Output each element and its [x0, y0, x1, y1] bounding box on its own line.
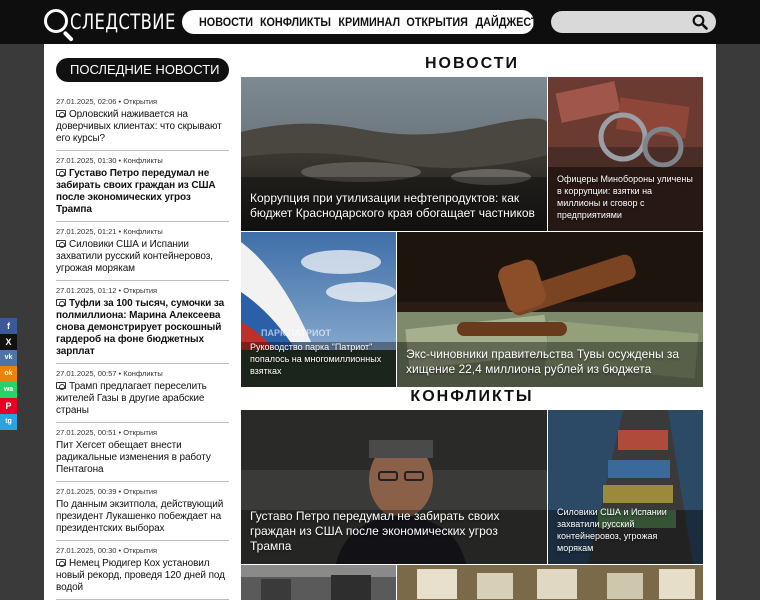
news-tile-park-patriot[interactable]: ПАРК ПАТРИОТ Руководство парка "Патриот"… — [241, 232, 396, 387]
news-item-meta: 27.01.2025, 00:51 • Открытия — [56, 428, 158, 437]
news-item-headline-row[interactable]: Немец Рюдигер Кох установил новый рекорд… — [56, 558, 229, 594]
news-list-item[interactable]: 27.01.2025, 00:39 • Открытия По данным эк… — [56, 482, 229, 541]
nav-item-discoveries[interactable]: ОТКРЫТИЯ — [407, 15, 468, 29]
news-tile-caption: Силовики США и Испании захватили русский… — [557, 507, 667, 553]
news-tile-caption: Густаво Петро передумал не забирать свои… — [250, 509, 500, 553]
camera-icon — [56, 110, 66, 118]
news-item-title: Туфли за 100 тысяч, сумочки за полмиллио… — [56, 298, 225, 357]
news-item-title: Немец Рюдигер Кох установил новый рекорд… — [56, 558, 225, 593]
news-list-item[interactable]: 27.01.2025, 01:30 • Конфликты Густаво Пет… — [56, 151, 229, 222]
x-share-icon[interactable]: X — [0, 334, 17, 350]
news-tile-caption: Офицеры Минобороны уличены в коррупции: … — [557, 174, 693, 220]
latest-news-title: ПОСЛЕДНИЕ НОВОСТИ — [56, 58, 229, 82]
news-tile-tuva-officials[interactable]: Экс-чиновники правительства Тувы осужден… — [397, 232, 703, 387]
news-tile-partial[interactable] — [241, 565, 396, 600]
pinterest-share-icon[interactable]: P — [0, 398, 17, 414]
news-item-meta: 27.01.2025, 00:39 • Открытия — [56, 487, 158, 496]
news-item-meta: 27.01.2025, 00:30 • Открытия — [56, 546, 158, 555]
news-list-item[interactable]: 27.01.2025, 01:21 • Конфликты Силовики СШ… — [56, 222, 229, 281]
whatsapp-share-icon[interactable]: wa — [0, 382, 17, 398]
site-name: СЛЕДСТВИЕ — [70, 10, 176, 34]
nav-item-news[interactable]: НОВОСТИ — [199, 15, 253, 29]
camera-icon — [56, 169, 66, 177]
news-item-meta: 27.01.2025, 01:21 • Конфликты — [56, 227, 163, 236]
camera-icon — [56, 382, 66, 390]
magnifier-logo-icon — [44, 9, 68, 33]
news-list-item[interactable]: 27.01.2025, 00:51 • Открытия Пит Хегсет о… — [56, 423, 229, 482]
top-bar: СЛЕДСТВИЕ НОВОСТИ КОНФЛИКТЫ КРИМИНАЛ ОТК… — [0, 0, 760, 44]
camera-icon — [56, 240, 66, 248]
news-item-meta: 27.01.2025, 01:12 • Открытия — [56, 286, 158, 295]
news-item-meta: 27.01.2025, 00:57 • Конфликты — [56, 369, 163, 378]
conflicts-tile-container-ship[interactable]: Силовики США и Испании захватили русский… — [548, 410, 703, 564]
news-list-item[interactable]: 27.01.2025, 00:57 • Конфликты Трамп предл… — [56, 364, 229, 423]
search-input[interactable] — [561, 14, 686, 30]
news-tile-partial[interactable] — [397, 565, 703, 600]
park-sign-text: ПАРК ПАТРИОТ — [261, 328, 331, 338]
news-item-title: По данным экзитпола, действующий президе… — [56, 499, 224, 534]
news-item-headline-row[interactable]: Туфли за 100 тысяч, сумочки за полмиллио… — [56, 298, 229, 358]
nav-item-crime[interactable]: КРИМИНАЛ — [338, 15, 400, 29]
main-nav: НОВОСТИ КОНФЛИКТЫ КРИМИНАЛ ОТКРЫТИЯ ДАЙД… — [182, 10, 537, 34]
conflicts-tile-petro[interactable]: Густаво Петро передумал не забирать свои… — [241, 410, 547, 564]
camera-icon — [56, 299, 66, 307]
news-item-title: Орловский наживается на доверчивых клиен… — [56, 109, 222, 144]
search-icon[interactable] — [692, 14, 708, 30]
news-tile-image — [241, 565, 396, 600]
conflicts-section-heading: КОНФЛИКТЫ — [410, 388, 534, 405]
news-item-headline-row[interactable]: Трамп предлагает переселить жителей Газы… — [56, 381, 229, 417]
camera-icon — [56, 559, 66, 567]
news-item-meta: 27.01.2025, 01:30 • Конфликты — [56, 156, 163, 165]
news-tile-caption: Руководство парка "Патриот" попалось на … — [250, 342, 382, 376]
news-item-headline-row[interactable]: Пит Хегсет обещает внести радикальные из… — [56, 440, 229, 476]
news-item-title: Густаво Петро передумал не забирать свои… — [56, 168, 216, 215]
ok-share-icon[interactable]: ok — [0, 366, 17, 382]
search-box — [551, 11, 716, 33]
news-item-headline-row[interactable]: Силовики США и Испании захватили русский… — [56, 239, 229, 275]
facebook-share-icon[interactable]: f — [0, 318, 17, 334]
latest-news-sidebar: ПОСЛЕДНИЕ НОВОСТИ 27.01.2025, 02:06 • От… — [56, 58, 229, 600]
social-share-bar: f X vk ok wa P tg — [0, 318, 17, 430]
vk-share-icon[interactable]: vk — [0, 350, 17, 366]
news-list-item[interactable]: 27.01.2025, 02:06 • Открытия Орловский на… — [56, 92, 229, 151]
news-item-headline-row[interactable]: Орловский наживается на доверчивых клиен… — [56, 109, 229, 145]
telegram-share-icon[interactable]: tg — [0, 414, 17, 430]
news-tile-caption: Коррупция при утилизации нефтепродуктов:… — [250, 191, 535, 220]
news-tile-image — [397, 565, 703, 600]
news-list-item[interactable]: 27.01.2025, 01:12 • Открытия Туфли за 100… — [56, 281, 229, 364]
news-section-heading: НОВОСТИ — [424, 55, 520, 72]
nav-item-digest[interactable]: ДАЙДЖЕСТ — [475, 15, 537, 29]
news-item-title: Силовики США и Испании захватили русский… — [56, 239, 213, 274]
news-item-title: Пит Хегсет обещает внести радикальные из… — [56, 440, 211, 475]
news-item-title: Трамп предлагает переселить жителей Газы… — [56, 381, 207, 416]
news-tile-mod-officers[interactable]: Офицеры Минобороны уличены в коррупции: … — [548, 77, 703, 231]
nav-item-conflicts[interactable]: КОНФЛИКТЫ — [260, 15, 331, 29]
news-tile-caption: Экс-чиновники правительства Тувы осужден… — [406, 347, 680, 376]
news-tile-oil-corruption[interactable]: Коррупция при утилизации нефтепродуктов:… — [241, 77, 547, 231]
latest-news-list: 27.01.2025, 02:06 • Открытия Орловский на… — [56, 92, 229, 600]
page-container: ПОСЛЕДНИЕ НОВОСТИ 27.01.2025, 02:06 • От… — [44, 44, 716, 600]
news-item-headline-row[interactable]: Густаво Петро передумал не забирать свои… — [56, 168, 229, 216]
news-item-meta: 27.01.2025, 02:06 • Открытия — [56, 97, 158, 106]
news-list-item[interactable]: 27.01.2025, 00:30 • Открытия Немец Рюдиге… — [56, 541, 229, 600]
news-item-headline-row[interactable]: По данным экзитпола, действующий президе… — [56, 499, 229, 535]
